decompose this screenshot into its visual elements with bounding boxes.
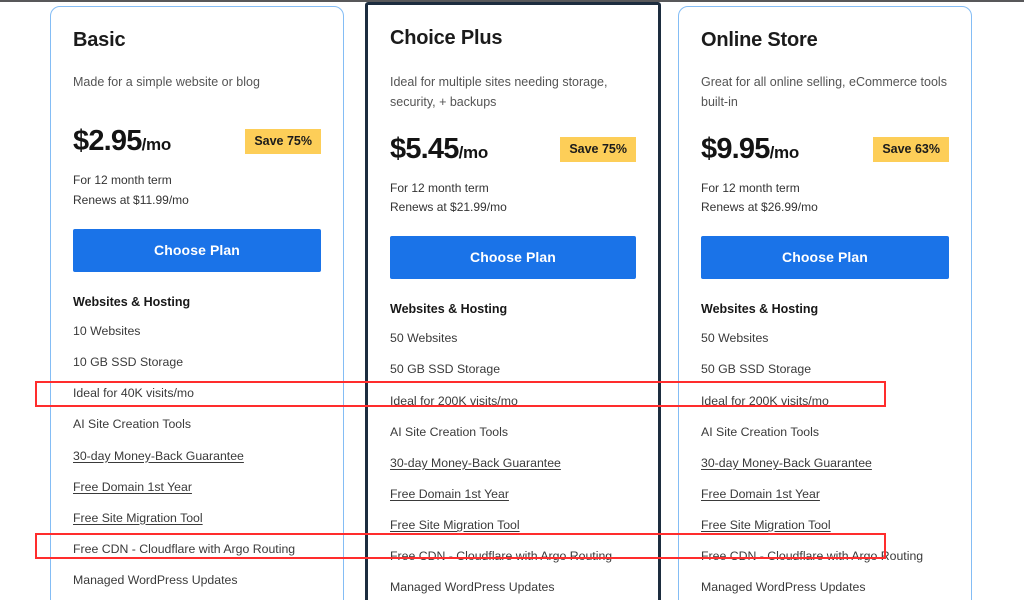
save-badge: Save 75% xyxy=(560,136,636,162)
price-unit: /mo xyxy=(769,142,800,162)
feature-group-title: Websites & Hosting xyxy=(390,302,508,317)
feature-item: 10 Websites xyxy=(73,324,141,339)
feature-item: 50 Websites xyxy=(390,331,458,346)
feature-item: 50 GB SSD Storage xyxy=(701,362,812,377)
plan-name: Basic xyxy=(73,29,126,51)
plan-description: Ideal for multiple sites needing storage… xyxy=(390,75,608,110)
feature-item: AI Site Creation Tools xyxy=(73,417,192,432)
feature-item: Ideal for 40K visits/mo xyxy=(73,386,194,401)
feature-list: 50 Websites 50 GB SSD Storage Ideal for 20… xyxy=(701,330,949,600)
plan-term: For 12 month term xyxy=(390,180,489,195)
plan-name: Online Store xyxy=(701,29,818,51)
price-amount: $2.95 xyxy=(73,125,142,158)
feature-item: Ideal for 200K visits/mo xyxy=(390,393,518,408)
feature-item: Free CDN - Cloudflare with Argo Routing xyxy=(701,549,924,564)
price-unit: /mo xyxy=(141,135,172,155)
feature-item: 50 GB SSD Storage xyxy=(390,362,501,377)
price-unit: /mo xyxy=(458,142,489,162)
plan-renewal-price: Renews at $11.99/mo xyxy=(73,192,189,207)
feature-item: AI Site Creation Tools xyxy=(390,424,509,439)
plan-renewal-price: Renews at $21.99/mo xyxy=(390,199,507,214)
plan-price: $2.95/mo xyxy=(73,125,171,158)
plan-description: Made for a simple website or blog xyxy=(73,75,260,89)
feature-item: Managed WordPress Updates xyxy=(73,572,238,587)
feature-item: Managed WordPress Updates xyxy=(701,580,866,595)
plan-term: For 12 month term xyxy=(701,180,800,195)
feature-item: Free CDN - Cloudflare with Argo Routing xyxy=(73,541,296,556)
price-row: $9.95/mo Save 63% xyxy=(701,133,949,166)
choose-plan-button[interactable]: Choose Plan xyxy=(390,236,636,280)
price-amount: $5.45 xyxy=(390,132,459,165)
feature-item: 50 Websites xyxy=(701,331,769,346)
feature-link[interactable]: Free Domain 1st Year xyxy=(73,479,321,496)
plan-price: $5.45/mo xyxy=(390,133,488,166)
plan-card-choice-plus: Choice Plus Ideal for multiple sites need… xyxy=(365,2,661,600)
feature-link[interactable]: Free Domain 1st Year xyxy=(390,486,636,503)
plan-name: Choice Plus xyxy=(390,27,503,49)
plan-term: For 12 month term xyxy=(73,173,172,188)
plan-card-container: Basic Made for a simple website or blog $2… xyxy=(0,0,1024,600)
feature-list: 50 Websites 50 GB SSD Storage Ideal for 20… xyxy=(390,330,636,600)
save-badge: Save 63% xyxy=(873,136,949,162)
plan-card-basic: Basic Made for a simple website or blog $2… xyxy=(50,6,344,600)
save-badge: Save 75% xyxy=(245,129,321,155)
plan-description: Great for all online selling, eCommerce … xyxy=(701,75,947,110)
feature-link[interactable]: Free Site Migration Tool xyxy=(73,510,321,527)
plan-price: $9.95/mo xyxy=(701,133,799,166)
feature-item: Managed WordPress Updates xyxy=(390,580,555,595)
choose-plan-button[interactable]: Choose Plan xyxy=(701,236,949,280)
choose-plan-button[interactable]: Choose Plan xyxy=(73,229,321,273)
price-row: $2.95/mo Save 75% xyxy=(73,125,321,158)
feature-group-title: Websites & Hosting xyxy=(701,302,819,317)
feature-list: 10 Websites 10 GB SSD Storage Ideal for 40… xyxy=(73,323,321,600)
feature-item: Ideal for 200K visits/mo xyxy=(701,393,829,408)
feature-link[interactable]: 30-day Money-Back Guarantee xyxy=(73,448,321,465)
price-amount: $9.95 xyxy=(701,132,770,165)
plan-card-online-store: Online Store Great for all online selling… xyxy=(678,6,972,600)
feature-group-title: Websites & Hosting xyxy=(73,295,191,310)
feature-link[interactable]: Free Site Migration Tool xyxy=(701,517,949,534)
feature-link[interactable]: Free Site Migration Tool xyxy=(390,517,636,534)
feature-link[interactable]: Free Domain 1st Year xyxy=(701,486,949,503)
pricing-page: Basic Made for a simple website or blog $2… xyxy=(0,0,1024,600)
feature-item: 10 GB SSD Storage xyxy=(73,355,184,370)
feature-link[interactable]: 30-day Money-Back Guarantee xyxy=(701,455,949,472)
price-row: $5.45/mo Save 75% xyxy=(390,133,636,166)
feature-item: Free CDN - Cloudflare with Argo Routing xyxy=(390,549,613,564)
feature-link[interactable]: 30-day Money-Back Guarantee xyxy=(390,455,636,472)
feature-item: AI Site Creation Tools xyxy=(701,424,820,439)
plan-renewal-price: Renews at $26.99/mo xyxy=(701,199,818,214)
